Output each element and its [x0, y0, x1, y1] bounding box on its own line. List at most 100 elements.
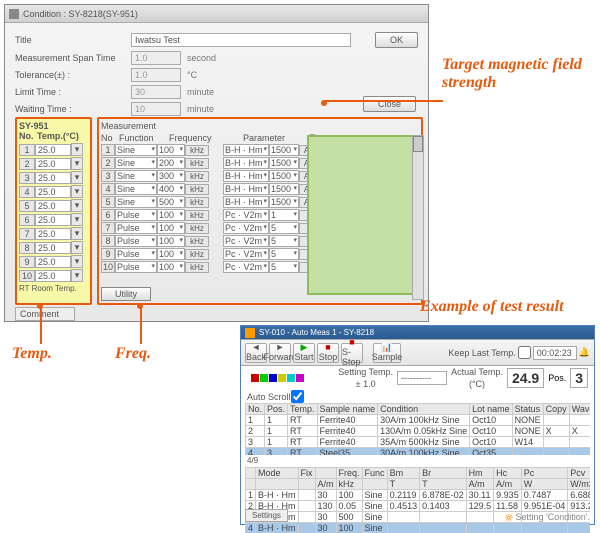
col-header[interactable]: Br	[420, 468, 467, 479]
param-select[interactable]: B-H · Hm	[223, 170, 269, 182]
fix-select[interactable]: 5	[269, 222, 299, 234]
freq-select[interactable]: 400	[157, 183, 185, 195]
fix-select[interactable]: 1500	[269, 170, 299, 182]
param-select[interactable]: Pc · V2m	[223, 209, 269, 221]
param-select[interactable]: B-H · Hm	[223, 183, 269, 195]
temp-input[interactable]: 25.0	[35, 200, 71, 212]
temp-input[interactable]: 25.0	[35, 228, 71, 240]
col-header[interactable]: Sample name	[317, 404, 378, 415]
temp-input[interactable]: 25.0	[35, 270, 71, 282]
keep-checkbox[interactable]	[518, 346, 531, 359]
table-row[interactable]: 2B-H · Hm1300.05Sine0.45130.1403129.511.…	[246, 501, 591, 512]
col-header[interactable]: Func	[362, 468, 387, 479]
scrollbar[interactable]	[412, 135, 424, 300]
wait-input[interactable]	[131, 102, 181, 116]
timer-icon[interactable]: 🔔	[579, 347, 590, 358]
table-row[interactable]: 31RTFerrite4035A/m 500kHz SineOct10W14	[246, 437, 591, 448]
fix-select[interactable]: 5	[269, 261, 299, 273]
col-header[interactable]	[246, 468, 256, 479]
temp-dropdown[interactable]: ▾	[71, 199, 83, 212]
temp-dropdown[interactable]: ▾	[71, 269, 83, 282]
col-header[interactable]: Pcv	[568, 468, 590, 479]
condition-titlebar[interactable]: Condition : SY-8218(SY-951)	[5, 5, 428, 23]
title-input[interactable]	[131, 33, 351, 47]
close-button[interactable]: Close	[363, 96, 416, 112]
table-row[interactable]: 4B-H · Hm30100Sine	[246, 523, 591, 533]
temp-dropdown[interactable]: ▾	[71, 171, 83, 184]
temp-input[interactable]: 25.0	[35, 186, 71, 198]
temp-dropdown[interactable]: ▾	[71, 255, 83, 268]
settings-tab[interactable]: Settings	[245, 509, 288, 522]
temp-dropdown[interactable]: ▾	[71, 213, 83, 226]
temp-input[interactable]: 25.0	[35, 158, 71, 170]
fix-select[interactable]: 1500	[269, 157, 299, 169]
freq-select[interactable]: 100	[157, 248, 185, 260]
col-header[interactable]: Status	[512, 404, 543, 415]
col-header[interactable]: Copy	[543, 404, 569, 415]
fix-select[interactable]: 5	[269, 235, 299, 247]
func-select[interactable]: Pulse	[115, 209, 157, 221]
temp-dropdown[interactable]: ▾	[71, 241, 83, 254]
func-select[interactable]: Sine	[115, 170, 157, 182]
col-header[interactable]: Fix	[298, 468, 315, 479]
temp-dropdown[interactable]: ▾	[71, 143, 83, 156]
fix-select[interactable]: 1500	[269, 144, 299, 156]
param-select[interactable]: B-H · Hm	[223, 196, 269, 208]
mst-input[interactable]	[131, 51, 181, 65]
sample-button[interactable]: 📊Sample	[373, 343, 401, 363]
col-header[interactable]: Pos.	[265, 404, 288, 415]
col-header[interactable]: Hm	[466, 468, 494, 479]
func-select[interactable]: Pulse	[115, 248, 157, 260]
temp-dropdown[interactable]: ▾	[71, 185, 83, 198]
lim-input[interactable]	[131, 85, 181, 99]
col-header[interactable]: Bm	[387, 468, 420, 479]
forward-button[interactable]: ►Forward	[269, 343, 291, 363]
col-header[interactable]: Temp.	[288, 404, 318, 415]
param-select[interactable]: Pc · V2m	[223, 248, 269, 260]
param-select[interactable]: B-H · Hm	[223, 157, 269, 169]
scroll-thumb[interactable]	[413, 136, 423, 152]
start-button[interactable]: ▶Start	[293, 343, 315, 363]
temp-dropdown[interactable]: ▾	[71, 157, 83, 170]
fix-select[interactable]: 1	[269, 209, 299, 221]
auto-scroll-checkbox[interactable]	[291, 390, 304, 403]
freq-select[interactable]: 100	[157, 144, 185, 156]
freq-select[interactable]: 100	[157, 209, 185, 221]
temp-dropdown[interactable]: ▾	[71, 227, 83, 240]
result-titlebar[interactable]: SY-010 - Auto Meas 1 - SY-8218	[241, 326, 594, 340]
param-select[interactable]: Pc · V2m	[223, 235, 269, 247]
temp-input[interactable]: 25.0	[35, 144, 71, 156]
table-row[interactable]: 11RTFerrite4030A/m 100kHz SineOct10NONE	[246, 415, 591, 426]
table-row[interactable]: 43RTSteel3530A/m 100kHz SineOct35	[246, 448, 591, 456]
col-header[interactable]: Freq.	[336, 468, 362, 479]
freq-select[interactable]: 100	[157, 235, 185, 247]
freq-select[interactable]: 100	[157, 222, 185, 234]
param-select[interactable]: B-H · Hm	[223, 144, 269, 156]
freq-select[interactable]: 100	[157, 261, 185, 273]
func-select[interactable]: Pulse	[115, 261, 157, 273]
temp-input[interactable]: 25.0	[35, 242, 71, 254]
freq-select[interactable]: 500	[157, 196, 185, 208]
utility-button[interactable]: Utility	[101, 287, 151, 301]
table-row[interactable]: 21RTFerrite40130A/m 0.05kHz SineOct10NON…	[246, 426, 591, 437]
func-select[interactable]: Sine	[115, 157, 157, 169]
col-header[interactable]: Wave	[569, 404, 590, 415]
col-header[interactable]: No.	[246, 404, 265, 415]
freq-select[interactable]: 200	[157, 157, 185, 169]
temp-input[interactable]: 25.0	[35, 256, 71, 268]
temp-input[interactable]: 25.0	[35, 172, 71, 184]
param-select[interactable]: Pc · V2m	[223, 261, 269, 273]
color-palette[interactable]	[251, 374, 304, 382]
col-header[interactable]: Condition	[378, 404, 470, 415]
col-header[interactable]: Hc	[494, 468, 522, 479]
stop-button[interactable]: ■Stop	[317, 343, 339, 363]
param-select[interactable]: Pc · V2m	[223, 222, 269, 234]
tol-input[interactable]	[131, 68, 181, 82]
fix-select[interactable]: 1500	[269, 183, 299, 195]
col-header[interactable]	[315, 468, 336, 479]
func-select[interactable]: Pulse	[115, 235, 157, 247]
result-table-2[interactable]: ModeFixFreq.FuncBmBrHmHcPcPcvPcmA/mkHzTT…	[245, 467, 590, 533]
comment-tab[interactable]: Comment	[15, 307, 75, 321]
func-select[interactable]: Sine	[115, 144, 157, 156]
fix-select[interactable]: 5	[269, 248, 299, 260]
